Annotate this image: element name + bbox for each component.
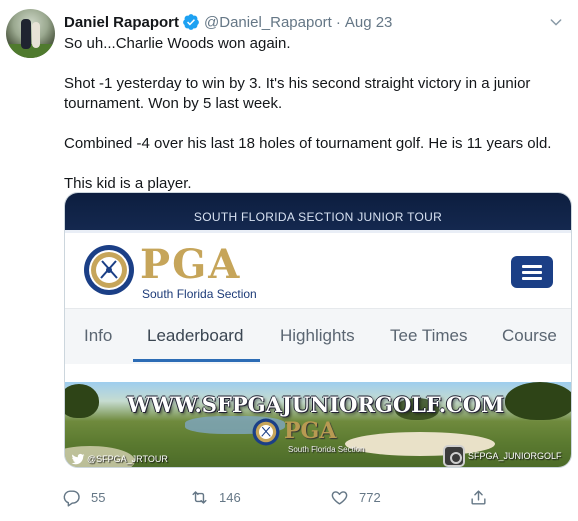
tweet-paragraph: So uh...Charlie Woods won again.	[64, 35, 291, 52]
golf-course-photo: WWW.SFPGAJUNIORGOLF.COM PGA South Florid…	[65, 382, 571, 467]
media-tab-bar: Info Leaderboard Highlights Tee Times Co…	[65, 308, 571, 364]
twitter-bird-icon	[71, 453, 85, 465]
tweet-paragraph: Combined -4 over his last 18 holes of to…	[64, 135, 552, 152]
like-count: 772	[359, 490, 381, 505]
hamburger-menu-icon	[511, 256, 553, 288]
media-logo-area: PGA South Florida Section	[65, 236, 571, 308]
reply-icon	[63, 490, 80, 507]
retweet-button[interactable]: 146	[190, 488, 241, 507]
media-tab-highlights: Highlights	[280, 326, 355, 345]
media-instagram-handle: SFPGA_JUNIORGOLF	[443, 445, 562, 467]
media-tab-course: Course	[502, 326, 557, 345]
media-banner: SOUTH FLORIDA SECTION JUNIOR TOUR	[65, 193, 571, 233]
reply-count: 55	[91, 490, 106, 505]
avatar-figure	[21, 19, 31, 49]
media-twitter-handle: @SFPGA_JRTOUR	[71, 452, 168, 466]
twitter-handle-text: @SFPGA_JRTOUR	[87, 454, 168, 464]
pga-seal-logo	[84, 245, 134, 295]
tweet-text: So uh...Charlie Woods won again. Shot -1…	[64, 34, 568, 194]
media-banner-text: SOUTH FLORIDA SECTION JUNIOR TOUR	[193, 210, 443, 224]
author-handle[interactable]: @Daniel_Rapaport	[204, 14, 332, 31]
media-url-text: WWW.SFPGAJUNIORGOLF.COM	[127, 392, 505, 417]
pga-seal-logo	[252, 418, 280, 446]
reply-button[interactable]: 55	[62, 488, 105, 507]
tweet-date[interactable]: Aug 23	[345, 14, 393, 31]
avatar[interactable]	[6, 9, 55, 58]
share-button[interactable]	[469, 488, 498, 507]
separator-dot: ·	[335, 13, 341, 31]
media-tab-leaderboard: Leaderboard	[147, 326, 244, 345]
instagram-handle-text: SFPGA_JUNIORGOLF	[468, 451, 562, 461]
tweet-header: Daniel Rapaport @Daniel_Rapaport · Aug 2…	[64, 12, 392, 32]
tweet-actions: 55 146 772	[60, 488, 490, 508]
pga-logo-subtitle: South Florida Section	[142, 287, 257, 301]
avatar-figure	[32, 22, 40, 48]
media-tab-info: Info	[84, 326, 113, 345]
instagram-icon	[443, 445, 465, 467]
media-tab-tee-times: Tee Times	[390, 326, 468, 345]
retweet-count: 146	[219, 490, 241, 505]
photo-pga-subtitle: South Florida Section	[288, 445, 365, 454]
tweet-paragraph: This kid is a player.	[64, 175, 192, 192]
share-icon	[471, 490, 486, 505]
author-name[interactable]: Daniel Rapaport	[64, 14, 179, 31]
pga-logo-word: PGA	[140, 241, 242, 288]
tree	[65, 384, 99, 418]
verified-badge-icon	[183, 14, 199, 30]
tweet[interactable]: Daniel Rapaport @Daniel_Rapaport · Aug 2…	[0, 0, 578, 521]
tweet-media-image[interactable]: SOUTH FLORIDA SECTION JUNIOR TOUR PGA So…	[64, 192, 572, 468]
heart-icon	[331, 491, 348, 505]
tree	[505, 382, 571, 420]
tweet-paragraph: Shot -1 yesterday to win by 3. It's his …	[64, 75, 531, 112]
retweet-icon	[192, 491, 207, 504]
active-tab-underline	[133, 359, 260, 362]
photo-pga-word: PGA	[284, 418, 337, 444]
chevron-down-icon[interactable]	[548, 14, 564, 30]
like-button[interactable]: 772	[330, 488, 381, 507]
